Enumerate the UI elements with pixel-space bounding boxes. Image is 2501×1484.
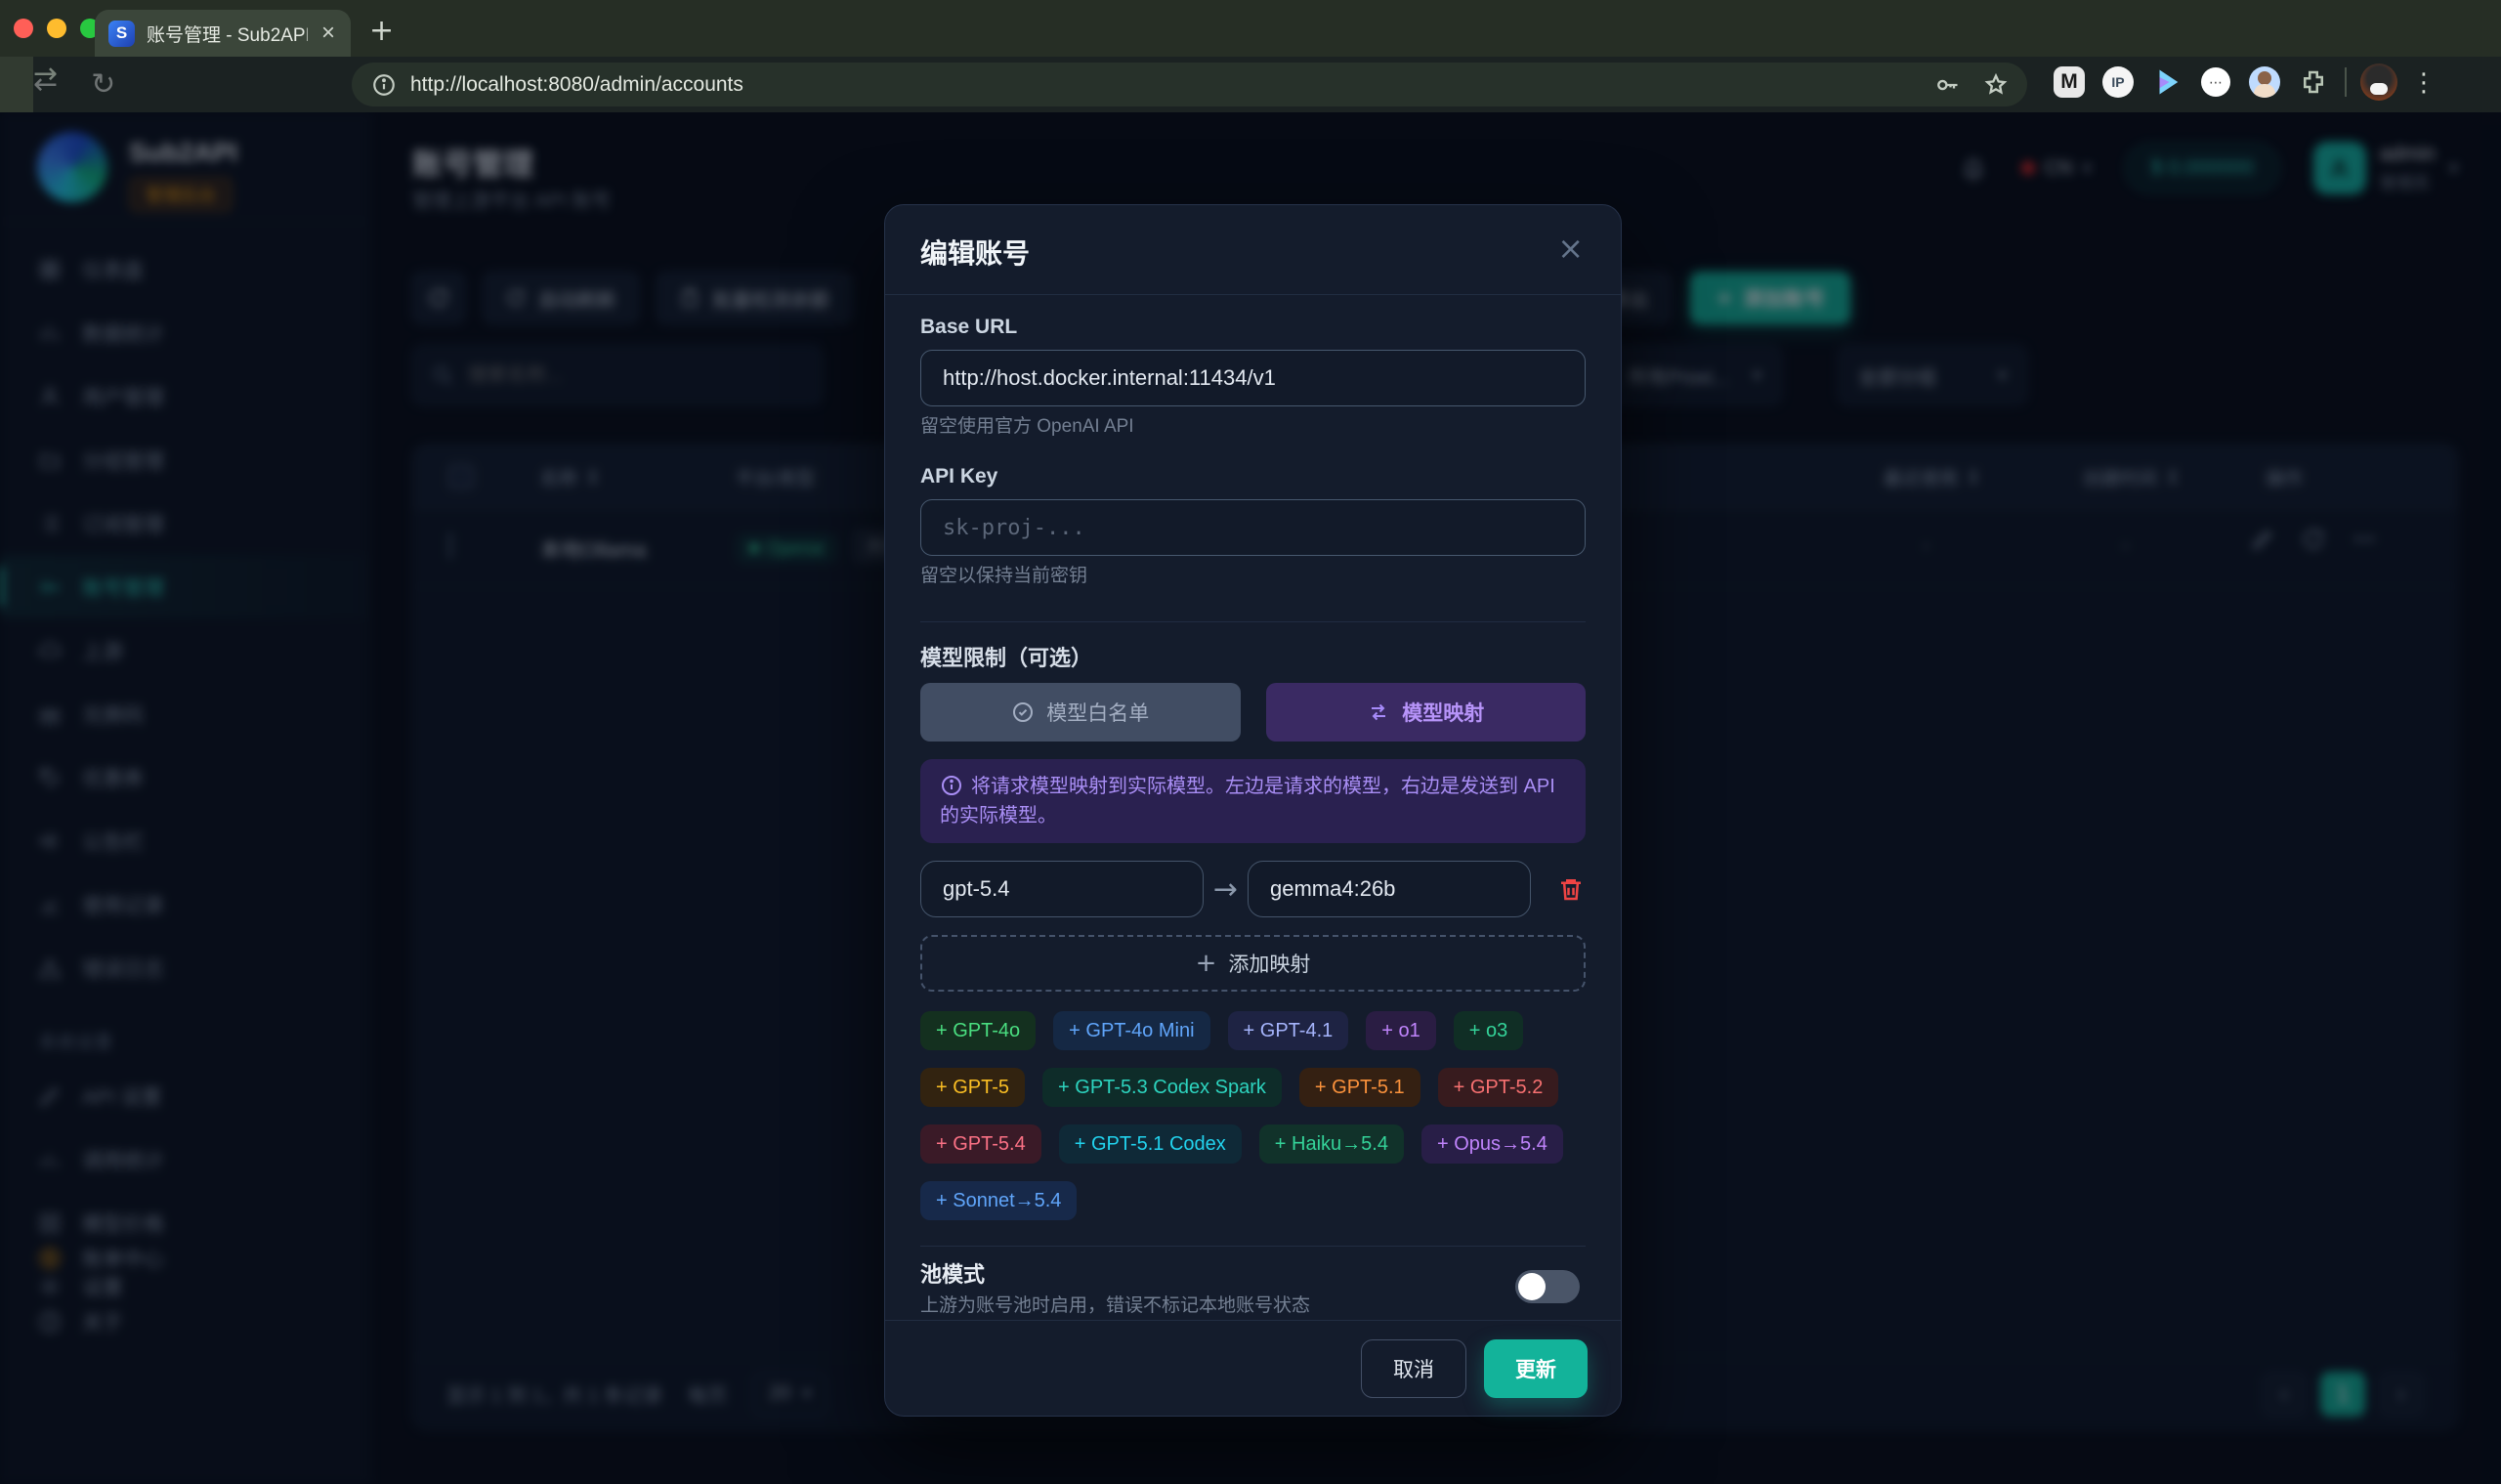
extensions-puzzle-icon[interactable] <box>2296 64 2331 100</box>
modal-header: 编辑账号 × <box>885 205 1621 295</box>
chip-gpt-5-1[interactable]: + GPT-5.1 <box>1299 1068 1420 1107</box>
bookmark-star-icon[interactable] <box>1982 71 2010 99</box>
tab-model-whitelist[interactable]: 模型白名单 <box>920 683 1241 742</box>
arrow-right-icon: → <box>1204 872 1248 907</box>
mapping-from-input[interactable] <box>920 861 1204 917</box>
tab-model-mapping[interactable]: 模型映射 <box>1266 683 1587 742</box>
browser-tab[interactable]: S 账号管理 - Sub2API × <box>95 10 351 57</box>
mapping-to-input[interactable] <box>1248 861 1531 917</box>
mapping-row: → <box>920 861 1586 917</box>
chip-haiku-5-4[interactable]: + Haiku→5.4 <box>1259 1124 1404 1164</box>
screen: S 账号管理 - Sub2API × + ← → ↻ http://localh… <box>0 0 2501 1484</box>
extension-avatar-icon[interactable] <box>2249 66 2280 98</box>
extensions-row: M IP ⋯ ⋮ <box>2052 64 2438 101</box>
close-icon[interactable]: × <box>1549 229 1591 268</box>
modal-footer: 取消 更新 <box>885 1320 1621 1416</box>
chip-gpt-5[interactable]: + GPT-5 <box>920 1068 1025 1107</box>
tab-bar: S 账号管理 - Sub2API × + <box>0 0 2501 57</box>
mapping-info-box: 将请求模型映射到实际模型。左边是请求的模型，右边是发送到 API 的实际模型。 <box>920 759 1586 843</box>
browser-chrome: S 账号管理 - Sub2API × + ← → ↻ http://localh… <box>0 0 2501 112</box>
site-info-icon[interactable] <box>371 72 397 98</box>
api-key-label: API Key <box>920 464 1586 489</box>
chip-sonnet-5-4[interactable]: + Sonnet→5.4 <box>920 1181 1077 1220</box>
add-mapping-button[interactable]: + 添加映射 <box>920 935 1586 992</box>
chip-gpt-5-1-codex[interactable]: + GPT-5.1 Codex <box>1059 1124 1242 1164</box>
tab-title: 账号管理 - Sub2API <box>147 21 308 47</box>
chip-opus-5-4[interactable]: + Opus→5.4 <box>1421 1124 1563 1164</box>
chip-gpt-4o-mini[interactable]: + GPT-4o Mini <box>1053 1011 1209 1050</box>
pool-mode-label: 池模式 <box>920 1260 1586 1290</box>
window-controls <box>14 19 100 38</box>
password-key-icon[interactable] <box>1933 71 1961 99</box>
chip-gpt-4o[interactable]: + GPT-4o <box>920 1011 1036 1050</box>
pool-mode-description: 上游为账号池时启用，错误不标记本地账号状态 <box>920 1293 1586 1319</box>
chip-o3[interactable]: + o3 <box>1454 1011 1523 1050</box>
pool-mode-toggle[interactable] <box>1515 1270 1580 1303</box>
section-divider <box>920 621 1586 622</box>
base-url-helper: 留空使用官方 OpenAI API <box>920 415 1586 439</box>
profile-avatar[interactable] <box>2360 64 2397 101</box>
swap-arrows-icon <box>1367 700 1390 724</box>
chip-gpt-5-2[interactable]: + GPT-5.2 <box>1438 1068 1559 1107</box>
model-restriction-tabs: 模型白名单 模型映射 <box>920 683 1586 742</box>
suggested-model-chips: + GPT-4o + GPT-4o Mini + GPT-4.1 + o1 + … <box>920 1011 1586 1220</box>
extension-chat-icon[interactable]: ⋯ <box>2201 67 2230 97</box>
toolbar-divider <box>2345 67 2347 97</box>
api-key-helper: 留空以保持当前密钥 <box>920 565 1586 588</box>
new-tab-button[interactable]: + <box>369 14 394 48</box>
window-minimize-button[interactable] <box>47 19 66 38</box>
chip-gpt-5-4[interactable]: + GPT-5.4 <box>920 1124 1041 1164</box>
tab-favicon: S <box>108 21 135 47</box>
pool-divider <box>920 1246 1586 1247</box>
chip-gpt-5-3-codex-spark[interactable]: + GPT-5.3 Codex Spark <box>1042 1068 1282 1107</box>
toggle-knob <box>1518 1273 1546 1300</box>
update-button[interactable]: 更新 <box>1484 1339 1588 1398</box>
browser-toolbar: ← → ↻ http://localhost:8080/admin/accoun… <box>0 57 2501 112</box>
base-url-label: Base URL <box>920 315 1586 340</box>
trash-icon <box>1556 874 1586 904</box>
url-text[interactable]: http://localhost:8080/admin/accounts <box>410 73 743 97</box>
base-url-input[interactable] <box>920 350 1586 406</box>
window-close-button[interactable] <box>14 19 33 38</box>
extension-cursor-icon[interactable] <box>2149 64 2184 100</box>
cancel-button[interactable]: 取消 <box>1361 1339 1466 1398</box>
model-restriction-label: 模型限制（可选） <box>920 644 1586 673</box>
extension-ip-icon[interactable]: IP <box>2102 66 2134 98</box>
address-bar[interactable]: http://localhost:8080/admin/accounts <box>352 63 2027 106</box>
delete-mapping-button[interactable] <box>1556 874 1586 904</box>
chip-gpt-4-1[interactable]: + GPT-4.1 <box>1228 1011 1349 1050</box>
pool-mode-row: 池模式 上游为账号池时启用，错误不标记本地账号状态 <box>920 1260 1586 1319</box>
check-circle-icon <box>1011 700 1035 724</box>
chip-o1[interactable]: + o1 <box>1366 1011 1435 1050</box>
edit-account-modal: 编辑账号 × Base URL 留空使用官方 OpenAI API API Ke… <box>884 204 1622 1417</box>
modal-title: 编辑账号 <box>920 233 1030 272</box>
modal-body: Base URL 留空使用官方 OpenAI API API Key 留空以保持… <box>885 295 1621 1320</box>
browser-menu-icon[interactable]: ⋮ <box>2411 67 2438 98</box>
info-icon <box>940 774 963 797</box>
tab-close-icon[interactable]: × <box>319 21 337 45</box>
plus-icon: + <box>1196 949 1217 978</box>
api-key-input[interactable] <box>920 499 1586 556</box>
extension-m-icon[interactable]: M <box>2054 66 2085 98</box>
